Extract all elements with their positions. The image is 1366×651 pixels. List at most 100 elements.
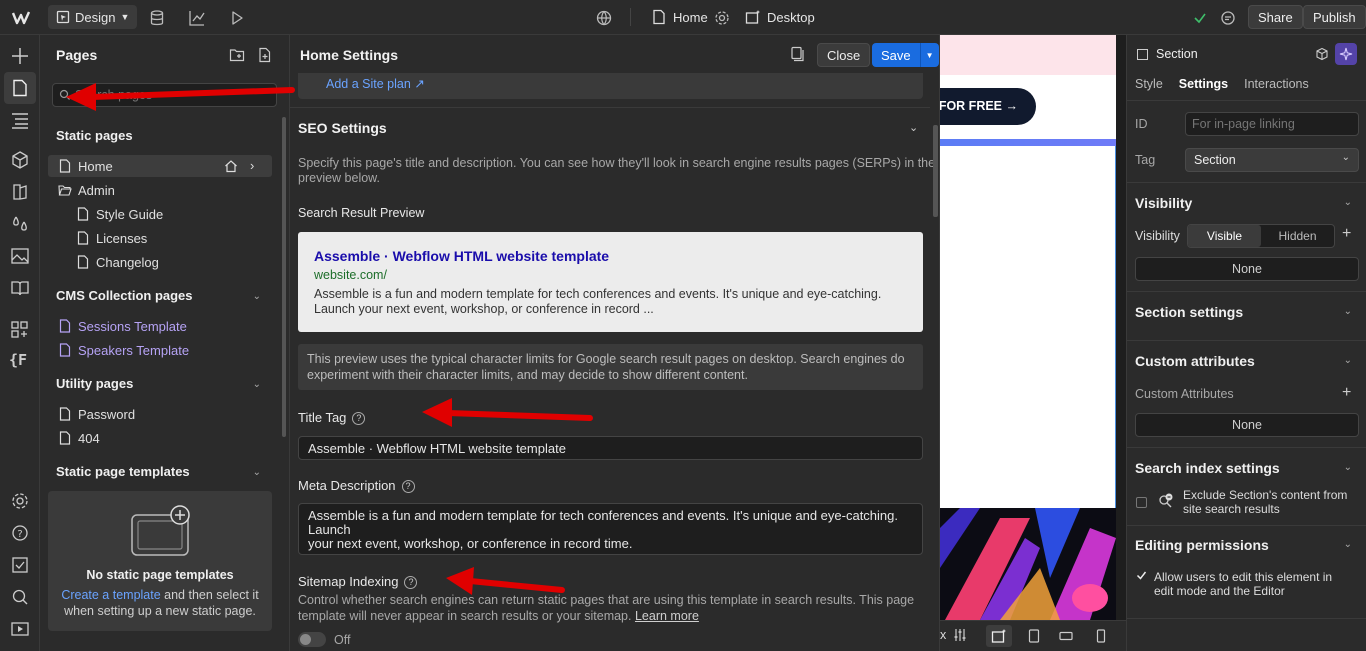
meta-description-textarea[interactable]: Assemble is a fun and modern template fo… [298, 503, 923, 555]
settings-scrollbar[interactable] [933, 125, 938, 217]
page-icon [59, 431, 71, 445]
current-page-selector[interactable]: Home [652, 9, 708, 25]
page-item-speakers-template[interactable]: Speakers Template [48, 339, 272, 361]
add-page-icon[interactable] [257, 47, 273, 63]
mobile-landscape-breakpoint-icon[interactable] [1059, 630, 1073, 642]
chevron-down-icon[interactable]: ⌄ [1344, 355, 1352, 366]
page-item-password[interactable]: Password [48, 403, 272, 425]
save-options-chevron-icon[interactable]: ▼ [919, 43, 939, 67]
page-item-404[interactable]: 404 [48, 427, 272, 449]
visible-option[interactable]: Visible [1188, 225, 1261, 247]
help-icon[interactable]: ? [404, 576, 418, 589]
webflow-logo-icon[interactable] [11, 8, 31, 28]
tag-select[interactable]: Section ⌄ [1185, 148, 1359, 172]
comments-icon[interactable] [1218, 8, 1238, 28]
search-index-header[interactable]: Search index settings [1135, 460, 1280, 476]
style-drops-icon[interactable] [9, 213, 31, 235]
hidden-option[interactable]: Hidden [1261, 225, 1334, 247]
pages-scrollbar[interactable] [282, 117, 286, 437]
design-canvas[interactable]: FOR FREE → [940, 35, 1116, 620]
page-item-style-guide[interactable]: Style Guide [48, 203, 272, 225]
apps-icon[interactable] [9, 319, 31, 341]
title-tag-input[interactable]: Assemble · Webflow HTML website template [298, 436, 923, 460]
editing-permissions-header[interactable]: Editing permissions [1135, 537, 1269, 553]
breakpoint-desktop-button[interactable] [986, 625, 1012, 647]
preview-play-icon[interactable] [227, 8, 247, 28]
canvas-section[interactable] [940, 146, 1116, 510]
id-input[interactable] [1185, 112, 1359, 136]
chevron-down-icon[interactable]: ⌄ [1344, 462, 1352, 473]
publish-button[interactable]: Publish [1303, 5, 1366, 29]
audit-checkbox-icon[interactable] [9, 554, 31, 576]
tablet-breakpoint-icon[interactable] [1028, 629, 1040, 643]
tab-settings[interactable]: Settings [1179, 77, 1228, 91]
navigator-icon[interactable] [9, 109, 31, 131]
add-visibility-plus-icon[interactable]: + [1342, 225, 1351, 243]
add-site-plan-link[interactable]: Add a Site plan ↗ [326, 76, 425, 91]
design-mode-button[interactable]: Design ▼ [48, 5, 138, 29]
canvas-cta-button[interactable]: FOR FREE → [940, 88, 1036, 125]
save-button[interactable]: Save [872, 43, 920, 67]
custom-attributes-none[interactable]: None [1135, 413, 1359, 437]
chevron-down-icon[interactable]: ⌄ [1344, 197, 1352, 208]
chevron-down-icon[interactable]: ⌄ [253, 291, 261, 302]
ai-assistant-button[interactable] [1335, 43, 1357, 65]
pages-rail-button[interactable] [4, 72, 36, 104]
section-settings-header[interactable]: Section settings [1135, 304, 1243, 320]
cms-database-icon[interactable] [147, 8, 167, 28]
page-item-label: Home [78, 158, 113, 174]
search-icon[interactable] [9, 586, 31, 608]
learn-more-link[interactable]: Learn more [635, 609, 699, 623]
tab-style[interactable]: Style [1135, 77, 1163, 91]
chevron-down-icon[interactable]: ⌄ [909, 121, 918, 134]
page-item-sessions-template[interactable]: Sessions Template [48, 315, 272, 337]
add-folder-icon[interactable] [229, 47, 245, 63]
component-cube-icon[interactable] [1315, 47, 1329, 61]
help-icon[interactable]: ? [9, 522, 31, 544]
video-tutorials-icon[interactable] [9, 618, 31, 640]
allow-editing-checkbox[interactable] [1136, 570, 1147, 581]
tab-interactions[interactable]: Interactions [1244, 77, 1309, 91]
custom-attributes-header[interactable]: Custom attributes [1135, 353, 1255, 369]
page-folder-admin[interactable]: Admin [48, 179, 272, 201]
visibility-conditions-none[interactable]: None [1135, 257, 1359, 281]
add-attribute-plus-icon[interactable]: + [1342, 384, 1351, 402]
page-settings-gear-icon[interactable] [712, 8, 732, 28]
assets-image-icon[interactable] [9, 245, 31, 267]
create-template-link[interactable]: Create a template [61, 588, 160, 602]
exclude-search-checkbox[interactable] [1136, 497, 1147, 508]
globe-icon[interactable] [594, 8, 614, 28]
search-pages-field[interactable] [52, 83, 277, 107]
chevron-right-icon[interactable]: › [250, 158, 254, 173]
search-exclude-icon [1157, 492, 1175, 510]
sitemap-toggle[interactable] [298, 632, 326, 647]
search-pages-input[interactable] [75, 87, 265, 103]
canvas-settings-sliders-icon[interactable] [953, 628, 967, 642]
share-button[interactable]: Share [1248, 5, 1303, 29]
seo-settings-header[interactable]: SEO Settings [298, 120, 387, 136]
analytics-chart-icon[interactable] [187, 8, 207, 28]
close-button[interactable]: Close [817, 43, 871, 67]
settings-gear-icon[interactable] [9, 490, 31, 512]
chevron-down-icon[interactable]: ⌄ [253, 379, 261, 390]
chevron-down-icon[interactable]: ⌄ [1344, 306, 1352, 317]
cms-book-icon[interactable] [9, 277, 31, 299]
static-templates-header[interactable]: Static page templates [56, 464, 190, 479]
components-cube-icon[interactable] [9, 149, 31, 171]
page-item-home[interactable]: Home › [48, 155, 272, 177]
fonts-icon[interactable]: {F [9, 351, 31, 373]
visibility-header[interactable]: Visibility [1135, 195, 1192, 211]
help-icon[interactable]: ? [401, 480, 415, 493]
cms-pages-header[interactable]: CMS Collection pages [56, 288, 193, 303]
page-item-licenses[interactable]: Licenses [48, 227, 272, 249]
utility-pages-header[interactable]: Utility pages [56, 376, 133, 391]
help-icon[interactable]: ? [352, 412, 366, 425]
mobile-portrait-breakpoint-icon[interactable] [1096, 629, 1106, 643]
chevron-down-icon[interactable]: ⌄ [253, 467, 261, 478]
page-item-changelog[interactable]: Changelog [48, 251, 272, 273]
chevron-down-icon[interactable]: ⌄ [1344, 539, 1352, 550]
add-elements-plus-icon[interactable] [9, 45, 31, 67]
duplicate-icon[interactable] [789, 46, 805, 62]
breakpoint-selector[interactable]: Desktop [745, 9, 815, 25]
variables-icon[interactable] [9, 181, 31, 203]
